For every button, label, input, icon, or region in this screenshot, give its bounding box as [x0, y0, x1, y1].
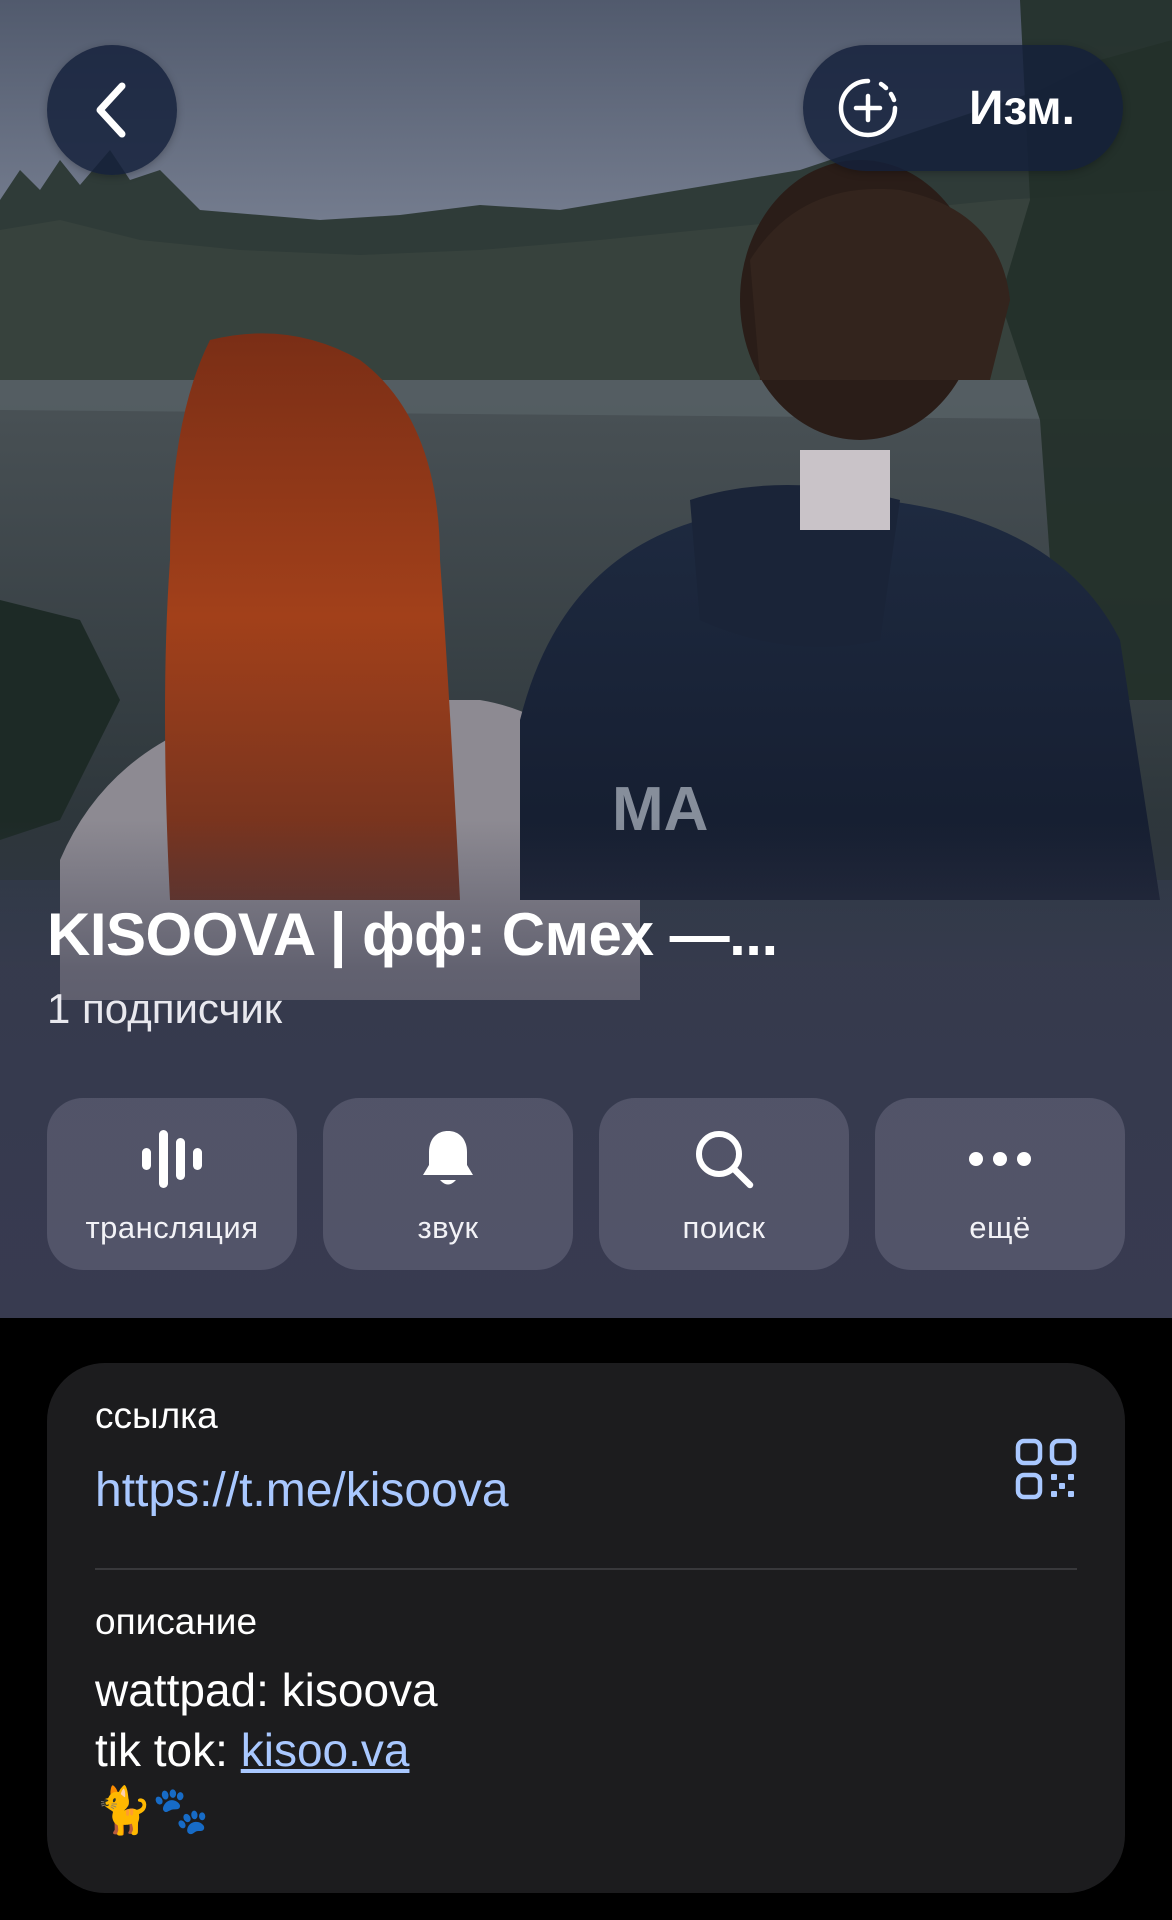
chevron-left-icon: [96, 82, 126, 138]
channel-cover: MA Изм. KISOOVA | фф: Смех —... 1 подпис…: [0, 0, 1172, 1318]
tiktok-prefix: tik tok:: [95, 1724, 241, 1776]
sound-label: звук: [417, 1210, 479, 1245]
subscriber-count: 1 подписчик: [47, 985, 283, 1032]
channel-title: KISOOVA | фф: Смех —...: [47, 901, 778, 968]
live-stream-icon: [142, 1130, 202, 1188]
bell-icon: [423, 1131, 473, 1185]
action-bar: трансляция звук поиск ещё: [47, 1098, 1125, 1270]
sound-button[interactable]: звук: [323, 1098, 573, 1270]
more-label: ещё: [969, 1210, 1031, 1245]
edit-label: Изм.: [969, 81, 1076, 135]
channel-link[interactable]: https://t.me/kisoova: [95, 1463, 509, 1518]
search-button[interactable]: поиск: [599, 1098, 849, 1270]
description-caption: описание: [95, 1601, 258, 1642]
add-circle-dashed-icon: [838, 78, 898, 138]
qr-code-icon[interactable]: [1015, 1438, 1077, 1500]
description-emoji: 🐈🐾: [95, 1783, 210, 1837]
search-icon: [696, 1131, 754, 1189]
description-line-tiktok: tik tok: kisoo.va: [95, 1723, 409, 1777]
live-stream-button[interactable]: трансляция: [47, 1098, 297, 1270]
description-line-wattpad: wattpad: kisoova: [95, 1664, 438, 1716]
more-icon: [969, 1152, 1031, 1166]
search-label: поиск: [682, 1210, 766, 1245]
more-button[interactable]: ещё: [875, 1098, 1125, 1270]
live-stream-label: трансляция: [85, 1210, 259, 1245]
edit-button[interactable]: Изм.: [803, 45, 1123, 171]
divider: [95, 1568, 1077, 1570]
info-card: ссылка https://t.me/kisoova описание wat…: [47, 1363, 1125, 1893]
link-caption: ссылка: [95, 1395, 218, 1436]
tiktok-link[interactable]: kisoo.va: [241, 1724, 410, 1776]
back-button[interactable]: [47, 45, 177, 175]
